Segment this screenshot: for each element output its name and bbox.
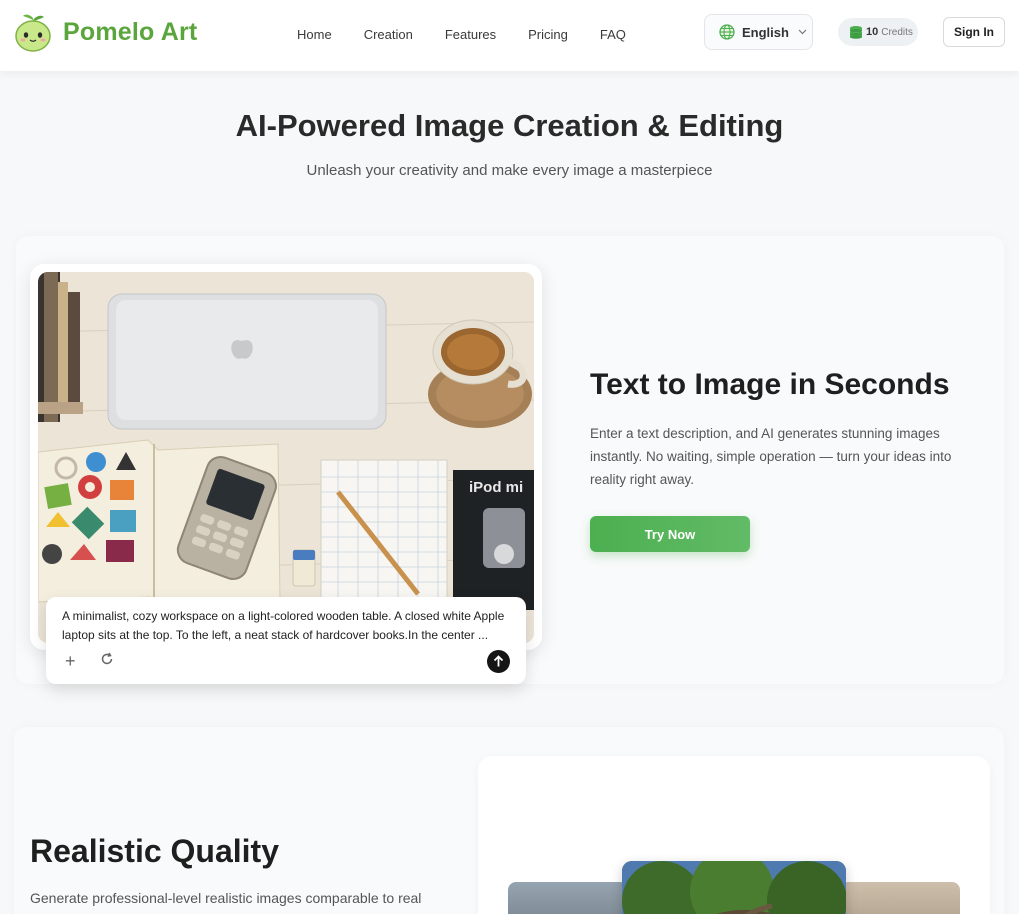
chevron-down-icon (798, 29, 807, 35)
feature-description: Enter a text description, and AI generat… (590, 426, 952, 487)
nav-links: Home Creation Features Pricing FAQ (297, 27, 658, 43)
tree-illustration (622, 861, 846, 914)
pomelo-logo-icon (15, 14, 51, 52)
add-icon[interactable]: + (65, 652, 76, 670)
globe-icon (719, 24, 735, 40)
coins-icon (850, 26, 862, 39)
nav-link-home[interactable]: Home (297, 27, 332, 43)
arrow-up-icon (493, 655, 504, 667)
nav-link-pricing[interactable]: Pricing (528, 27, 568, 43)
credits-badge[interactable]: 10 Credits (838, 18, 918, 46)
carousel-thumbnail-left[interactable] (508, 882, 628, 914)
prompt-text[interactable]: A minimalist, cozy workspace on a light-… (62, 607, 512, 645)
hero-subtitle: Unleash your creativity and make every i… (306, 162, 713, 179)
feature-title: Text to Image in Seconds (590, 368, 950, 401)
language-label: English (742, 24, 789, 40)
workspace-illustration: iPod mi (38, 272, 534, 643)
prompt-input-box[interactable]: A minimalist, cozy workspace on a light-… (46, 597, 526, 684)
example-image: iPod mi (38, 272, 534, 643)
carousel-main-image[interactable] (622, 861, 846, 914)
credits-count: 10 (866, 26, 879, 38)
top-navbar: Pomelo Art Home Creation Features Pricin… (0, 0, 1019, 71)
carousel-thumbnail-right[interactable] (840, 882, 960, 914)
logo[interactable]: Pomelo Art (15, 12, 197, 52)
refresh-icon[interactable] (100, 652, 114, 666)
send-button[interactable] (487, 650, 510, 673)
feature-description-realistic: Generate professional-level realistic im… (30, 890, 422, 906)
brand-name: Pomelo Art (63, 17, 198, 46)
hero-title: AI-Powered Image Creation & Editing (235, 108, 784, 143)
nav-link-creation[interactable]: Creation (364, 27, 413, 43)
ipod-box-label: iPod mi (469, 479, 523, 496)
feature-title-realistic: Realistic Quality (30, 833, 279, 869)
nav-link-faq[interactable]: FAQ (600, 27, 626, 43)
sign-in-button[interactable]: Sign In (943, 17, 1005, 47)
nav-link-features[interactable]: Features (445, 27, 496, 43)
language-selector[interactable]: English (704, 14, 813, 50)
credits-label: Credits (881, 26, 913, 38)
try-now-button[interactable]: Try Now (590, 516, 750, 552)
